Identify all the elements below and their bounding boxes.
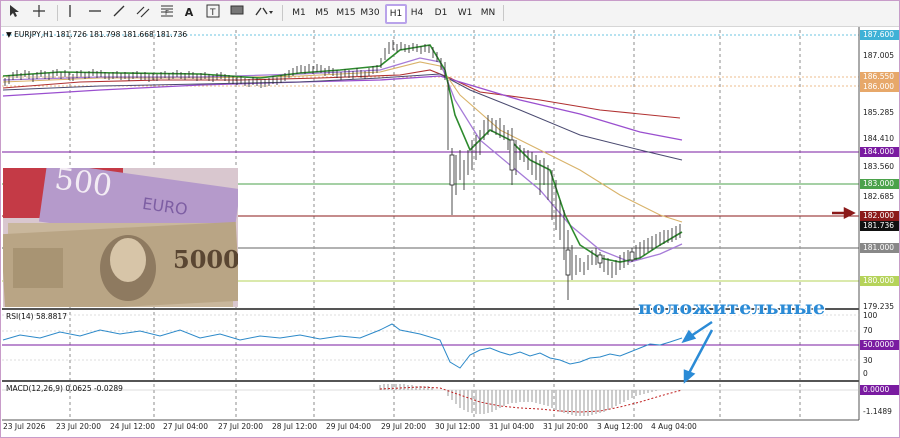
price-tag-186: 186.000	[860, 82, 899, 92]
text-label-tool-icon[interactable]: T	[205, 4, 221, 22]
timeframe-m30[interactable]: M30	[359, 4, 381, 22]
time-axis-label: 3 Aug 12:00	[597, 422, 643, 431]
svg-text:5000: 5000	[173, 245, 238, 274]
time-axis-label: 23 Jul 20:00	[56, 422, 101, 431]
trendline-tool-icon[interactable]	[111, 4, 127, 22]
horizontal-line-tool-icon[interactable]	[87, 4, 103, 22]
cursor-tool-icon[interactable]	[7, 4, 21, 22]
fibonacci-tool-icon[interactable]: F	[159, 4, 175, 22]
price-tag-180: 180.000	[860, 276, 899, 286]
current-price-tag: 181.736	[860, 221, 899, 231]
timeframe-mn[interactable]: MN	[478, 4, 498, 22]
timeframe-h4[interactable]: H4	[408, 4, 426, 22]
timeframe-h1[interactable]: H1	[385, 4, 407, 24]
timeframe-m5[interactable]: M5	[312, 4, 332, 22]
macd-header: MACD(12,26,9) 0.0625 -0.0289	[6, 384, 123, 393]
svg-text:T: T	[209, 8, 216, 18]
rsi-level-70: 70	[863, 326, 873, 335]
time-axis-label: 29 Jul 04:00	[326, 422, 371, 431]
timeframe-m1[interactable]: M1	[289, 4, 309, 22]
time-axis-label: 4 Aug 04:00	[651, 422, 697, 431]
timeframe-w1[interactable]: W1	[455, 4, 475, 22]
price-tag-186-550: 186.550	[860, 72, 899, 82]
arrows-tool-icon[interactable]	[253, 4, 275, 22]
timeframe-d1[interactable]: D1	[432, 4, 450, 22]
crosshair-tool-icon[interactable]	[31, 4, 47, 22]
price-tag-181: 181.000	[860, 243, 899, 253]
toolbar: F A T M1 M5 M15 M30 H1 H4 D1 W1 MN	[1, 1, 899, 27]
price-tag-183: 183.000	[860, 179, 899, 189]
rsi-level-100: 100	[863, 311, 878, 320]
time-axis-label: 31 Jul 20:00	[543, 422, 588, 431]
time-axis-label: 23 Jul 2026	[3, 422, 46, 431]
timeframe-m15[interactable]: M15	[335, 4, 357, 22]
main-chart-header: ▼ EURJPY,H1 181.726 181.798 181.668 181.…	[6, 30, 188, 39]
rsi-header: RSI(14) 58.8817	[6, 312, 67, 321]
price-axis-label: 182.685	[863, 192, 895, 201]
svg-text:F: F	[165, 9, 169, 17]
time-axis-label: 24 Jul 12:00	[110, 422, 155, 431]
macd-level-zero: 0.0000	[860, 385, 899, 395]
rsi-level-30: 30	[863, 356, 873, 365]
time-axis-label: 29 Jul 20:00	[381, 422, 426, 431]
currency-banknotes-image: 500 EURO 5000	[3, 168, 238, 307]
time-axis-label: 27 Jul 04:00	[163, 422, 208, 431]
rsi-line	[2, 323, 683, 369]
price-tag-187-600: 187.600	[860, 30, 899, 40]
macd-signal	[379, 386, 683, 413]
text-tool-icon[interactable]: A	[183, 4, 195, 22]
price-axis-label: 187.005	[863, 51, 895, 60]
price-axis-label: 184.410	[863, 134, 895, 143]
time-axis-label: 31 Jul 04:00	[489, 422, 534, 431]
rectangle-tool-icon[interactable]	[229, 4, 245, 22]
time-axis-label: 28 Jul 12:00	[272, 422, 317, 431]
price-axis-label: 183.560	[863, 162, 895, 171]
price-tag-184: 184.000	[860, 147, 899, 157]
time-axis-label: 27 Jul 20:00	[218, 422, 263, 431]
annotation-positive: положительные	[638, 297, 826, 319]
rsi-level-50: 50.0000	[860, 340, 899, 350]
price-tag-182: 182.000	[860, 211, 899, 221]
channel-tool-icon[interactable]	[135, 4, 151, 22]
time-axis-label: 30 Jul 12:00	[435, 422, 480, 431]
vertical-line-tool-icon[interactable]	[65, 4, 75, 22]
price-axis-label: 185.285	[863, 108, 895, 117]
rsi-level-0: 0	[863, 369, 868, 378]
macd-level-min: -1.1489	[863, 407, 892, 416]
